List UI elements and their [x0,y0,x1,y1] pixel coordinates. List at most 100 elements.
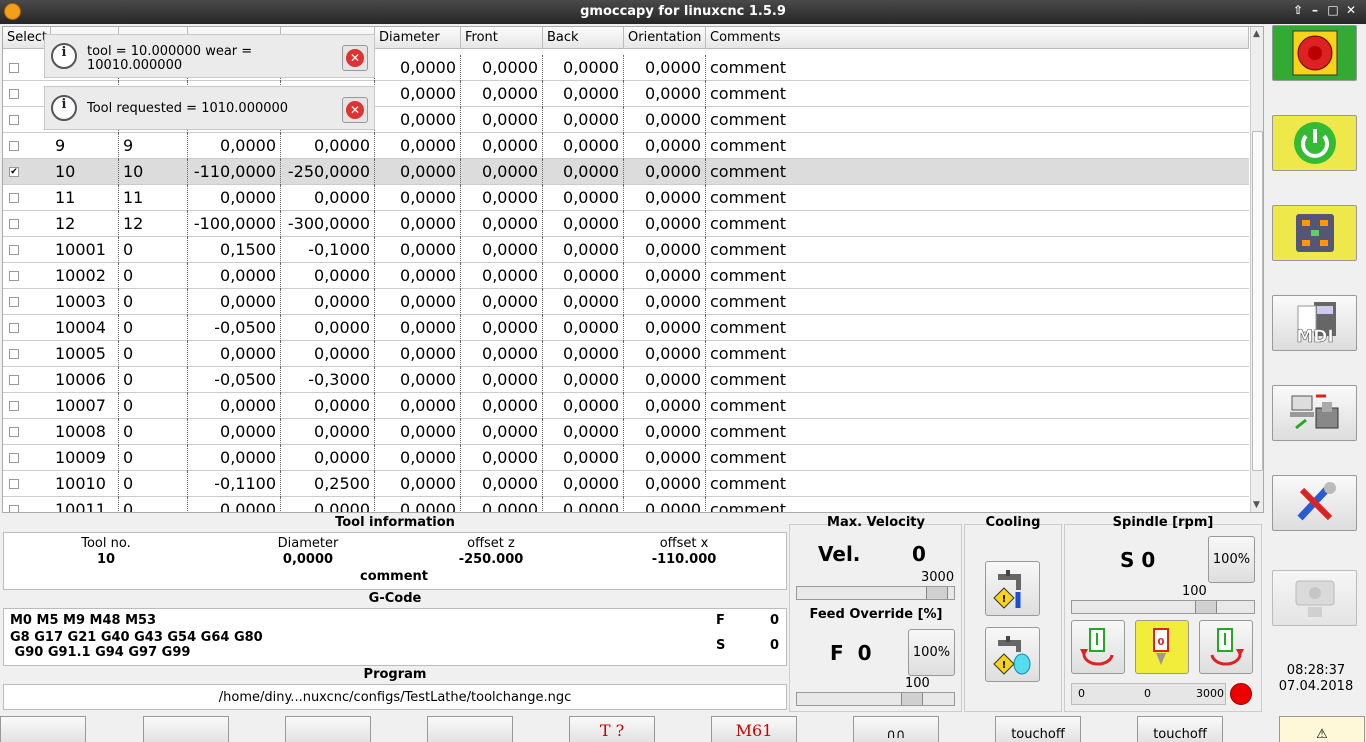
table-row[interactable]: 10004 0 -0,0500 0,0000 0,0000 0,0000 0,0000 0,0… [3,315,1249,341]
touchoff-x-button[interactable]: touchoff [1137,716,1223,742]
table-row[interactable]: ✔ 10 10 -110,0000 -250,0000 0,0000 0,0000 0,000… [3,159,1249,185]
table-row[interactable]: 10003 0 0,0000 0,0000 0,0000 0,0000 0,0000 0,00… [3,289,1249,315]
select-checkbox[interactable] [9,453,19,463]
select-checkbox[interactable] [9,297,19,307]
settings-button[interactable] [1272,475,1357,531]
column-header[interactable]: Back [543,27,624,49]
bottom-button-1[interactable] [0,716,86,742]
table-cell: 10002 [51,263,119,289]
close-icon[interactable]: ✕ [1343,3,1359,17]
manual-mode-button[interactable] [1272,205,1357,261]
scroll-down-icon[interactable]: ▼ [1253,500,1260,510]
select-checkbox[interactable] [9,401,19,411]
user-tabs-button[interactable] [1272,570,1357,626]
select-checkbox[interactable] [9,479,19,489]
slider-knob[interactable] [901,693,923,705]
table-row[interactable]: 9 9 0,0000 0,0000 0,0000 0,0000 0,0000 0,0000 co… [3,133,1249,159]
feed-reset-button[interactable]: 100% [908,629,955,676]
velocity-slider[interactable] [796,586,955,600]
select-checkbox[interactable] [9,63,19,73]
machine-power-button[interactable] [1272,115,1357,171]
table-cell: comment [710,162,787,181]
table-cell: 0,0000 [543,315,624,341]
info-icon: i [51,43,77,69]
spindle-reset-button[interactable]: 100% [1208,536,1255,583]
table-row[interactable]: 10007 0 0,0000 0,0000 0,0000 0,0000 0,0000 0,00… [3,393,1249,419]
bottom-button-3[interactable] [285,716,371,742]
column-header[interactable]: Front [461,27,543,49]
table-cell: 0,0000 [461,445,543,471]
select-checkbox[interactable] [9,271,19,281]
spindle-reverse-button[interactable] [1199,620,1253,674]
spindle-stop-button[interactable]: 0 [1135,620,1189,674]
table-cell: 10003 [51,289,119,315]
table-cell: 0,0000 [281,185,375,211]
table-row[interactable]: 10009 0 0,0000 0,0000 0,0000 0,0000 0,0000 0,00… [3,445,1249,471]
table-cell: 0 [119,367,188,393]
mdi-mode-button[interactable]: MDI [1272,295,1357,351]
table-row[interactable]: 10008 0 0,0000 0,0000 0,0000 0,0000 0,0000 0,00… [3,419,1249,445]
table-cell: 0,0000 [281,315,375,341]
restore-icon[interactable]: □ [1325,3,1341,17]
table-cell: 0,0000 [461,341,543,367]
table-row[interactable]: 10010 0 -0,1100 0,2500 0,0000 0,0000 0,0000 0,0… [3,471,1249,497]
bottom-button-2[interactable] [143,716,229,742]
table-row[interactable]: 10006 0 -0,0500 -0,3000 0,0000 0,0000 0,0000 0,… [3,367,1249,393]
select-checkbox[interactable] [9,219,19,229]
gcode-line-2: G8 G17 G21 G40 G43 G54 G64 G80 [10,630,263,645]
select-checkbox[interactable] [9,375,19,385]
feed-override-slider[interactable] [796,692,955,706]
select-checkbox[interactable] [9,323,19,333]
select-checkbox[interactable] [9,245,19,255]
column-header[interactable]: Orientation [624,27,706,49]
select-checkbox[interactable] [9,115,19,125]
slider-knob[interactable] [1195,601,1217,613]
cooling-title: Cooling [985,515,1041,530]
spindle-forward-button[interactable] [1071,620,1125,674]
mist-button[interactable]: ! [985,627,1040,682]
table-row[interactable]: 10002 0 0,0000 0,0000 0,0000 0,0000 0,0000 0,00… [3,263,1249,289]
select-checkbox[interactable] [9,141,19,151]
tool-change-button[interactable]: T ? [569,716,655,742]
table-row[interactable]: 12 12 -100,0000 -300,0000 0,0000 0,0000 0,0000… [3,211,1249,237]
scrollbar-thumb[interactable] [1252,131,1263,471]
notification-tool-requested: i Tool requested = 1010.000000 ✕ [44,86,375,130]
bar-max: 3000 [1196,687,1224,700]
select-checkbox[interactable] [9,89,19,99]
scroll-up-icon[interactable]: ▲ [1253,29,1260,39]
notification-close-button[interactable]: ✕ [342,45,368,71]
jog-arrows-icon [1295,214,1334,252]
select-checkbox[interactable] [9,505,19,512]
table-row[interactable]: 10005 0 0,0000 0,0000 0,0000 0,0000 0,0000 0,00… [3,341,1249,367]
slider-knob[interactable] [926,587,948,599]
select-checkbox[interactable] [9,349,19,359]
warning-button[interactable]: ⚠ [1279,716,1365,742]
table-cell: 9 [119,133,188,159]
bottom-button-4[interactable] [427,716,513,742]
auto-mode-button[interactable] [1272,385,1357,441]
tool-measure-button[interactable]: ∩∩ [853,716,939,742]
tool-info-panel: Tool no. 10 Diameter 0,0000 offset z -25… [3,532,787,590]
emergency-stop-button[interactable] [1272,25,1357,81]
table-row[interactable]: 11 11 0,0000 0,0000 0,0000 0,0000 0,0000 0,0000… [3,185,1249,211]
column-header[interactable]: Diameter [375,27,461,49]
table-cell: 0,0000 [281,263,375,289]
table-row[interactable]: 10001 0 0,1500 -0,1000 0,0000 0,0000 0,0000 0,0… [3,237,1249,263]
table-cell: 0,0000 [375,445,461,471]
flood-button[interactable]: ! [985,561,1040,616]
maximize-up-icon[interactable]: ⇧ [1290,3,1306,17]
minimize-icon[interactable]: – [1307,3,1323,17]
column-header[interactable]: Comments [706,27,1249,49]
select-checkbox[interactable]: ✔ [9,167,19,177]
table-cell: 10010 [51,471,119,497]
select-checkbox[interactable] [9,193,19,203]
m61-button[interactable]: M61 [711,716,797,742]
table-cell: 0,0000 [624,367,706,393]
vertical-scrollbar[interactable]: ▲ ▼ [1250,27,1263,512]
select-checkbox[interactable] [9,427,19,437]
notification-close-button[interactable]: ✕ [342,97,368,123]
table-row[interactable]: 10011 0 0,0000 0,0000 0,0000 0,0000 0,0000 0,00… [3,497,1249,512]
spindle-override-slider[interactable] [1071,600,1255,614]
touchoff-z-button[interactable]: touchoff [995,716,1081,742]
table-cell: 0,0000 [624,471,706,497]
